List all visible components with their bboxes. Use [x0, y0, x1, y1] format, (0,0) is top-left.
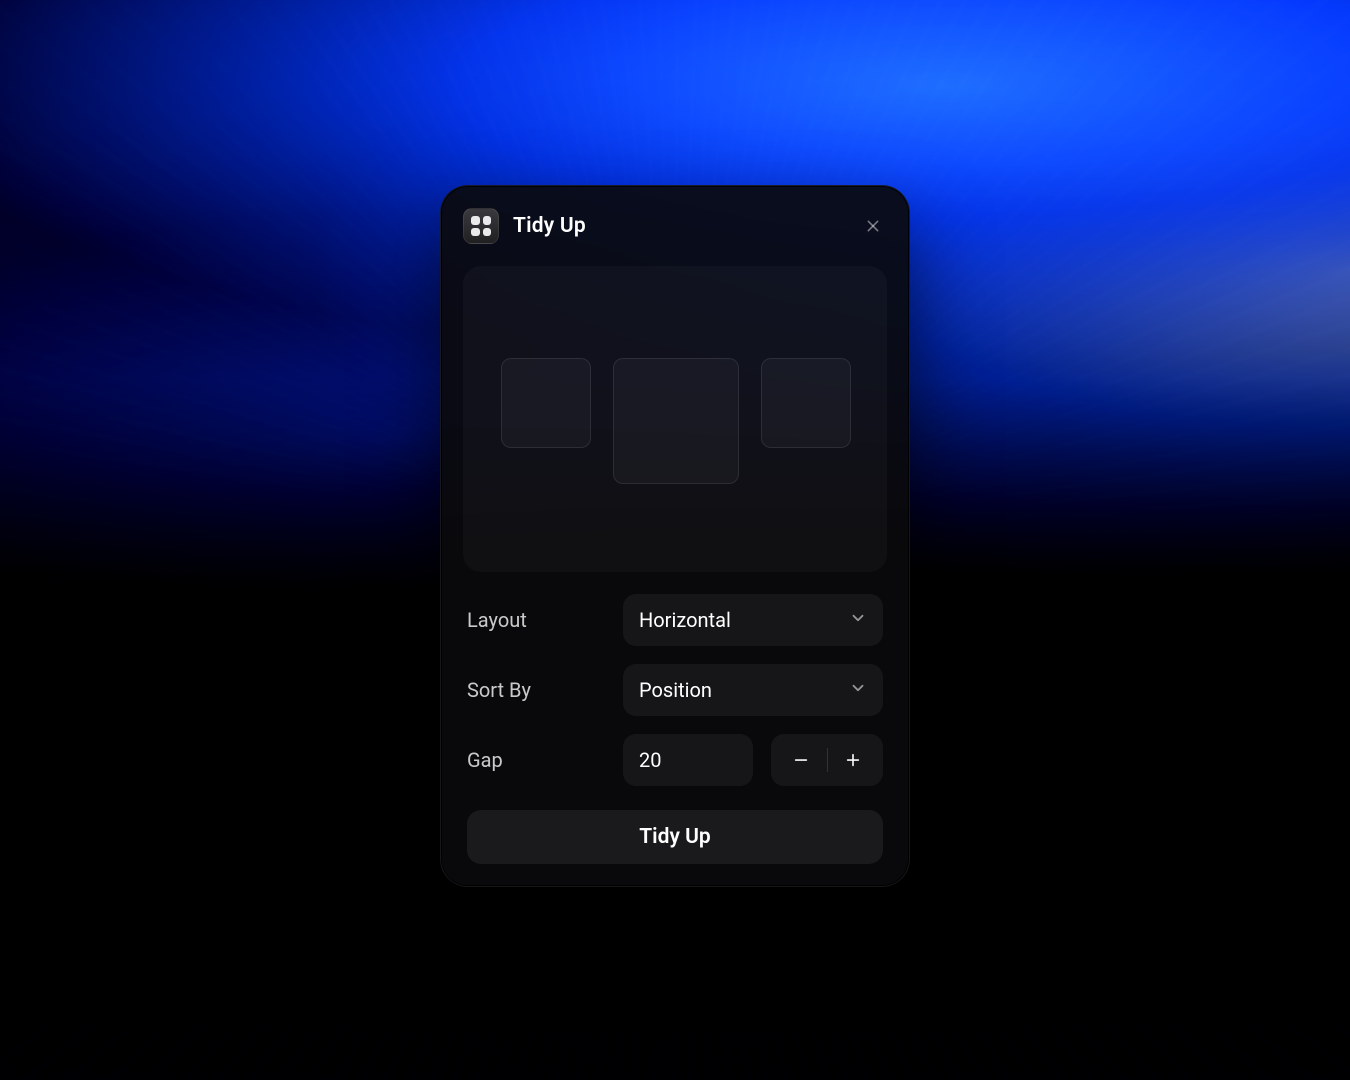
tidy-up-app-icon [463, 208, 499, 244]
gap-label: Gap [467, 748, 607, 772]
gap-decrement-button[interactable] [783, 742, 819, 778]
gap-input[interactable]: 20 [623, 734, 753, 786]
layout-select-value: Horizontal [639, 608, 731, 632]
preview-card [501, 358, 591, 448]
chevron-down-icon [849, 678, 867, 702]
layout-label: Layout [467, 608, 607, 632]
modal-title: Tidy Up [513, 214, 586, 238]
tidy-up-button[interactable]: Tidy Up [467, 810, 883, 864]
sortby-label: Sort By [467, 678, 607, 702]
layout-row: Layout Horizontal [467, 594, 883, 646]
settings-form: Layout Horizontal Sort By Position Gap [463, 594, 887, 864]
gap-value: 20 [639, 748, 661, 772]
tidy-up-modal: Tidy Up Layout Horizontal Sort By [440, 185, 910, 887]
preview-card [613, 358, 739, 484]
tidy-up-button-label: Tidy Up [639, 825, 710, 849]
close-button[interactable] [859, 212, 887, 240]
layout-select[interactable]: Horizontal [623, 594, 883, 646]
preview-card [761, 358, 851, 448]
gap-row: Gap 20 [467, 734, 883, 786]
chevron-down-icon [849, 608, 867, 632]
modal-header: Tidy Up [463, 208, 887, 244]
plus-icon [844, 751, 862, 769]
layout-preview [463, 266, 887, 572]
sortby-select-value: Position [639, 678, 712, 702]
gap-increment-button[interactable] [835, 742, 871, 778]
gap-stepper [771, 734, 883, 786]
sortby-row: Sort By Position [467, 664, 883, 716]
minus-icon [792, 751, 810, 769]
close-icon [865, 218, 881, 234]
sortby-select[interactable]: Position [623, 664, 883, 716]
